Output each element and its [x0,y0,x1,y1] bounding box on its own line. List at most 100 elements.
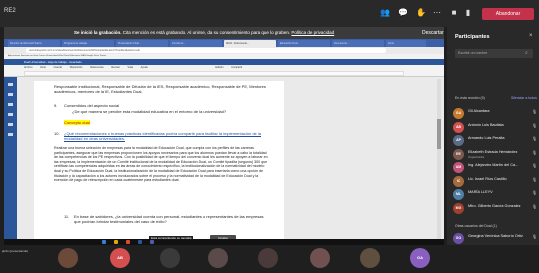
share-button[interactable]: Compartir [231,66,242,69]
browser-tab[interactable]: Educación Dual... [278,40,330,47]
calendar-icon[interactable] [8,113,13,116]
mic-icon[interactable]: 🎙 [532,123,537,128]
participant-row[interactable]: MG Mtro. Gilberto García Gonzalez 🎙 [453,202,537,216]
search-input[interactable]: Escribir un nombre [455,49,533,58]
participant-row[interactable]: IC Lic. Israel Ríos Castillo 🎙 [453,175,537,189]
browser-tab[interactable]: Comité de... [170,40,222,47]
participant-video-tile[interactable] [360,248,380,268]
participant-video-tile[interactable] [58,248,78,268]
menu-file[interactable]: Archivo [24,66,32,69]
mic-icon[interactable]: 🎙 [532,163,537,168]
search-icon: ⌕ [525,50,528,56]
participant-video-tile[interactable]: AB [110,248,130,268]
participant-row[interactable]: AP Armando Luis Peralta 🎙 [453,134,537,148]
participant-name: Elizabeth Estrada Hernández [468,149,518,154]
participant-video-tile[interactable] [310,248,330,268]
browser-tab-active[interactable]: Word - Documento... [224,40,276,47]
recording-banner-bold: Se inició la grabación. [74,30,122,35]
teams-icon[interactable] [8,103,13,106]
camera-icon[interactable]: ■ [447,7,461,19]
participant-video-tile[interactable] [208,248,228,268]
url-input[interactable]: ucol.sharepoint.com/:w:/r/sites/Document… [26,48,386,53]
participant-name: Georgina Verónica Saborío Ortiz [468,234,523,238]
people-icon[interactable]: 👥 [378,7,392,19]
browser-icon[interactable] [126,240,130,244]
avatar: GO [453,233,464,244]
mute-all-button[interactable]: Silenciar a todos [511,96,537,100]
participant-row[interactable]: GO Georgina Verónica Saborío Ortiz 🎙 [453,232,537,246]
mic-icon[interactable]: 🎙 [532,150,537,155]
more-icon[interactable]: ⋯ [430,7,444,19]
menu-layout[interactable]: Disposición [70,66,83,69]
word-ribbon: Archivo Inicio Insertar Disposición Refe… [4,65,444,77]
app-sidebar [4,77,17,245]
privacy-link[interactable]: Política de privacidad [291,30,334,35]
participant-row[interactable]: GA Gil Alcantara 🎙 [453,107,537,121]
menu-view[interactable]: Vista [128,66,134,69]
menu-home[interactable]: Inicio [40,66,46,69]
react-icon[interactable]: ✋ [414,7,428,19]
participant-row[interactable]: AM Ing. Alejandro Martín del Ca... 🎙 [453,161,537,175]
participant-row[interactable]: EE Elizabeth Estrada Hernández Organizador… [453,148,537,162]
mic-icon[interactable]: 🎙 [532,177,537,182]
scrollbar-thumb[interactable] [437,119,441,149]
folder-icon[interactable] [114,240,118,244]
formatting-toolbar[interactable] [24,71,404,76]
menu-editing[interactable]: Edición [215,66,223,69]
video-strip: jardo (presentando) AB GA [0,245,539,273]
leave-button[interactable]: Abandonar [482,8,534,20]
browser-tab[interactable]: Reunión de Microsoft Teams [8,40,60,47]
avatar: IC [453,175,464,187]
recording-banner-text: Cita mención es está grabando. Al unirse… [122,30,291,35]
browser-tab[interactable]: Inicio [386,40,426,47]
browser-tab[interactable]: Documento... [332,40,384,47]
scrollbar[interactable] [437,79,441,239]
avatar: GA [453,108,464,119]
highlighted-text: Concepto dual [64,120,90,126]
mic-icon[interactable]: 🎙 [532,204,537,209]
avatar: AM [453,162,464,173]
participant-video-tile[interactable]: GA [410,248,430,268]
activity-icon[interactable] [8,83,13,86]
menu-insert[interactable]: Insertar [54,66,62,69]
document-page[interactable]: Responsable institucional, Responsable d… [34,81,284,245]
section-others[interactable]: Otras usuarios del Dual (1) [455,224,497,228]
mic-icon[interactable]: 🎙 [532,109,537,114]
avatar: AB [453,121,464,133]
mic-icon[interactable]: 🎙 [532,234,537,239]
section-meeting[interactable]: En esta reunión (9) [455,96,485,100]
mic-icon[interactable]: 🎙 [532,136,537,141]
participants-panel: Participantes × Escribir un nombre ⌕ En … [447,27,539,245]
mic-icon[interactable]: 🎙 [532,190,537,195]
list-item: En base de sabidores, ¿la universidad cu… [74,214,264,225]
dismiss-banner-button[interactable]: Descartar [422,27,444,39]
files-icon[interactable] [8,133,13,136]
chat-icon[interactable] [8,93,13,96]
meeting-title: RE2 [4,8,16,14]
participant-name: MARÍA LLEYV [468,190,493,194]
mic-icon[interactable]: ▮ [461,7,475,19]
menu-help[interactable]: Ayuda [141,66,148,69]
teams-icon[interactable] [150,240,154,244]
close-icon[interactable]: × [529,33,533,39]
participant-video-tile[interactable] [258,248,278,268]
participant-role: Organizador [468,154,485,159]
avatar: ML [453,189,464,200]
list-subitem: ¿De qué manera se percibe esta modalidad… [72,109,227,114]
start-icon[interactable] [102,240,106,244]
chat-icon[interactable]: 💬 [396,7,410,19]
participant-row[interactable]: ML MARÍA LLEYV 🎙 [453,188,537,202]
participant-video-tile[interactable] [160,248,180,268]
participant-row[interactable]: AB Antonio Luis Bautista 🎙 [453,121,537,135]
browser-tab[interactable]: Presentación Final... [116,40,168,47]
avatar: AP [453,135,464,146]
menu-review[interactable]: Revisar [111,66,119,69]
list-number: 11. [64,214,70,219]
word-icon[interactable] [138,240,142,244]
participant-name: Mtro. Gilberto García Gonzalez [468,203,521,208]
calls-icon[interactable] [8,123,13,126]
browser-tab[interactable]: Programa de trabajo... [62,40,114,47]
menu-references[interactable]: Referencias [90,66,103,69]
doc-paragraph: Realizar una buena selección de empresas… [54,146,268,183]
participant-name: Gil Alcantara [468,109,490,113]
